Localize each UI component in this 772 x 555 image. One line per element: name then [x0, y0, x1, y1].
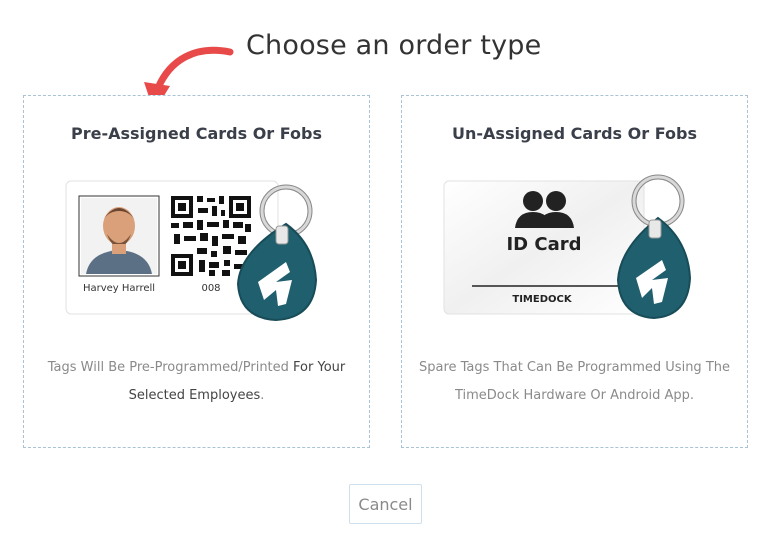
- option-title: Pre-Assigned Cards Or Fobs: [70, 124, 323, 143]
- card-employee-number: 008: [201, 283, 220, 294]
- card-employee-name: Harvey Harrell: [83, 283, 155, 294]
- pre-assigned-card-illustration: Harvey Harrell 008: [65, 180, 318, 322]
- option-description: Spare Tags That Can Be Programmed Using …: [418, 360, 730, 403]
- employee-photo: [78, 195, 160, 277]
- un-assigned-card-illustration: ID Card TIMEDOCK: [443, 174, 692, 320]
- timedock-logo: TIMEDOCK: [512, 294, 572, 305]
- option-un-assigned[interactable]: Un-Assigned Cards Or Fobs ID Card TIMEDO…: [401, 95, 748, 448]
- page-heading: Choose an order type: [246, 30, 542, 61]
- card-id-label: ID Card: [506, 234, 581, 255]
- option-title: Un-Assigned Cards Or Fobs: [452, 124, 697, 143]
- cancel-button[interactable]: Cancel: [349, 484, 422, 524]
- option-pre-assigned[interactable]: Pre-Assigned Cards Or Fobs Harvey Harrel…: [23, 95, 370, 448]
- option-description: Tags Will Be Pre-Programmed/Printed For …: [47, 360, 346, 403]
